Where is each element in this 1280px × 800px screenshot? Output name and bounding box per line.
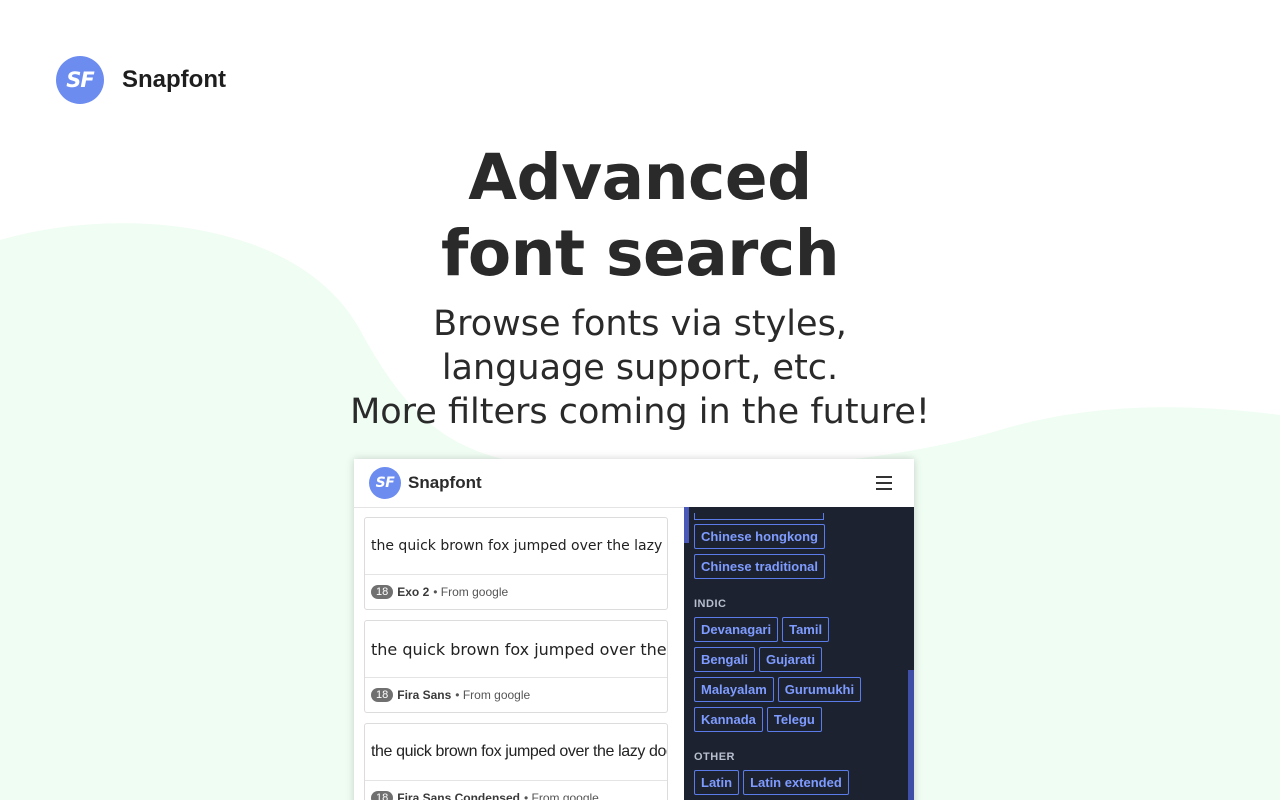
tag-latin[interactable]: Latin xyxy=(694,770,740,795)
tag-kannada[interactable]: Kannada xyxy=(694,707,763,732)
font-name: Fira Sans xyxy=(397,688,452,702)
font-meta: 18 Fira Sans • From google xyxy=(365,678,667,712)
filter-panel: Chinese hongkong Chinese traditional IND… xyxy=(684,507,914,800)
partial-tag xyxy=(694,513,824,520)
style-count-badge: 18 xyxy=(371,688,394,702)
logo: SF xyxy=(56,56,104,104)
tag-chinese-hongkong[interactable]: Chinese hongkong xyxy=(694,524,825,549)
font-meta: 18 Exo 2 • From google xyxy=(365,575,667,609)
font-meta: 18 Fira Sans Condensed • From google xyxy=(365,781,667,800)
brand[interactable]: SF Snapfont xyxy=(56,56,226,104)
style-count-badge: 18 xyxy=(371,791,394,800)
font-source: • From google xyxy=(523,791,599,800)
tag-devanagari[interactable]: Devanagari xyxy=(694,617,779,642)
tag-row-indic-2: Bengali Gujarati xyxy=(694,647,899,677)
font-source: • From google xyxy=(433,585,509,599)
tag-gujarati[interactable]: Gujarati xyxy=(758,647,823,672)
font-name: Fira Sans Condensed xyxy=(397,791,520,800)
brand-name: Snapfont xyxy=(122,66,226,93)
scroll-indicator xyxy=(684,507,689,543)
app-logo: SF xyxy=(369,467,401,499)
tag-gurumukhi[interactable]: Gurumukhi xyxy=(777,677,862,702)
font-sample: the quick brown fox jumped over the lazy… xyxy=(365,724,667,781)
tag-chinese-traditional[interactable]: Chinese traditional xyxy=(694,554,826,579)
font-list: the quick brown fox jumped over the lazy… xyxy=(364,517,668,800)
tag-telegu[interactable]: Telegu xyxy=(766,707,822,732)
landing-page: SF Snapfont Advanced font search Browse … xyxy=(0,0,1280,800)
hero: Advanced font search Browse fonts via st… xyxy=(0,140,1280,434)
filter-panel-content: Chinese hongkong Chinese traditional IND… xyxy=(694,513,899,800)
panel-scrollbar[interactable] xyxy=(908,670,914,800)
font-sample: the quick brown fox jumped over the lazy… xyxy=(365,518,667,575)
app-brand-name: Snapfont xyxy=(408,473,482,492)
hero-title-line2: font search xyxy=(440,217,840,290)
hero-sub-line3: More filters coming in the future! xyxy=(350,392,930,432)
font-card[interactable]: the quick brown fox jumped over the lazy… xyxy=(364,517,668,610)
font-sample: the quick brown fox jumped over the lazy… xyxy=(365,621,667,678)
section-label-indic: INDIC xyxy=(694,598,727,610)
tag-row-chinese: Chinese hongkong xyxy=(694,524,899,554)
tag-latin-extended[interactable]: Latin extended xyxy=(743,770,849,795)
hero-title-line1: Advanced xyxy=(468,141,812,214)
tag-bengali[interactable]: Bengali xyxy=(694,647,755,672)
tag-row-chinese-2: Chinese traditional xyxy=(694,554,899,584)
tag-malayalam[interactable]: Malayalam xyxy=(694,677,774,702)
tag-row-other-1: Latin Latin extended xyxy=(694,770,899,800)
font-card[interactable]: the quick brown fox jumped over the lazy… xyxy=(364,723,668,800)
app-screenshot: SF Snapfont the quick brown fox jumped o… xyxy=(354,459,914,800)
tag-tamil[interactable]: Tamil xyxy=(782,617,830,642)
tag-row-indic-3: Malayalam Gurumukhi xyxy=(694,677,899,707)
section-label-other: OTHER xyxy=(694,751,735,763)
hero-sub-line1: Browse fonts via styles, xyxy=(433,304,847,344)
tag-row-indic-1: Devanagari Tamil xyxy=(694,617,899,647)
tag-row-indic-4: Kannada Telegu xyxy=(694,707,899,737)
hero-subtitle: Browse fonts via styles, language suppor… xyxy=(0,302,1280,434)
app-header: SF Snapfont xyxy=(354,459,914,508)
font-card[interactable]: the quick brown fox jumped over the lazy… xyxy=(364,620,668,713)
font-name: Exo 2 xyxy=(397,585,430,599)
hero-title: Advanced font search xyxy=(0,140,1280,292)
hamburger-menu-icon[interactable] xyxy=(876,476,892,490)
font-source: • From google xyxy=(455,688,531,702)
hero-sub-line2: language support, etc. xyxy=(441,348,839,388)
style-count-badge: 18 xyxy=(371,585,394,599)
